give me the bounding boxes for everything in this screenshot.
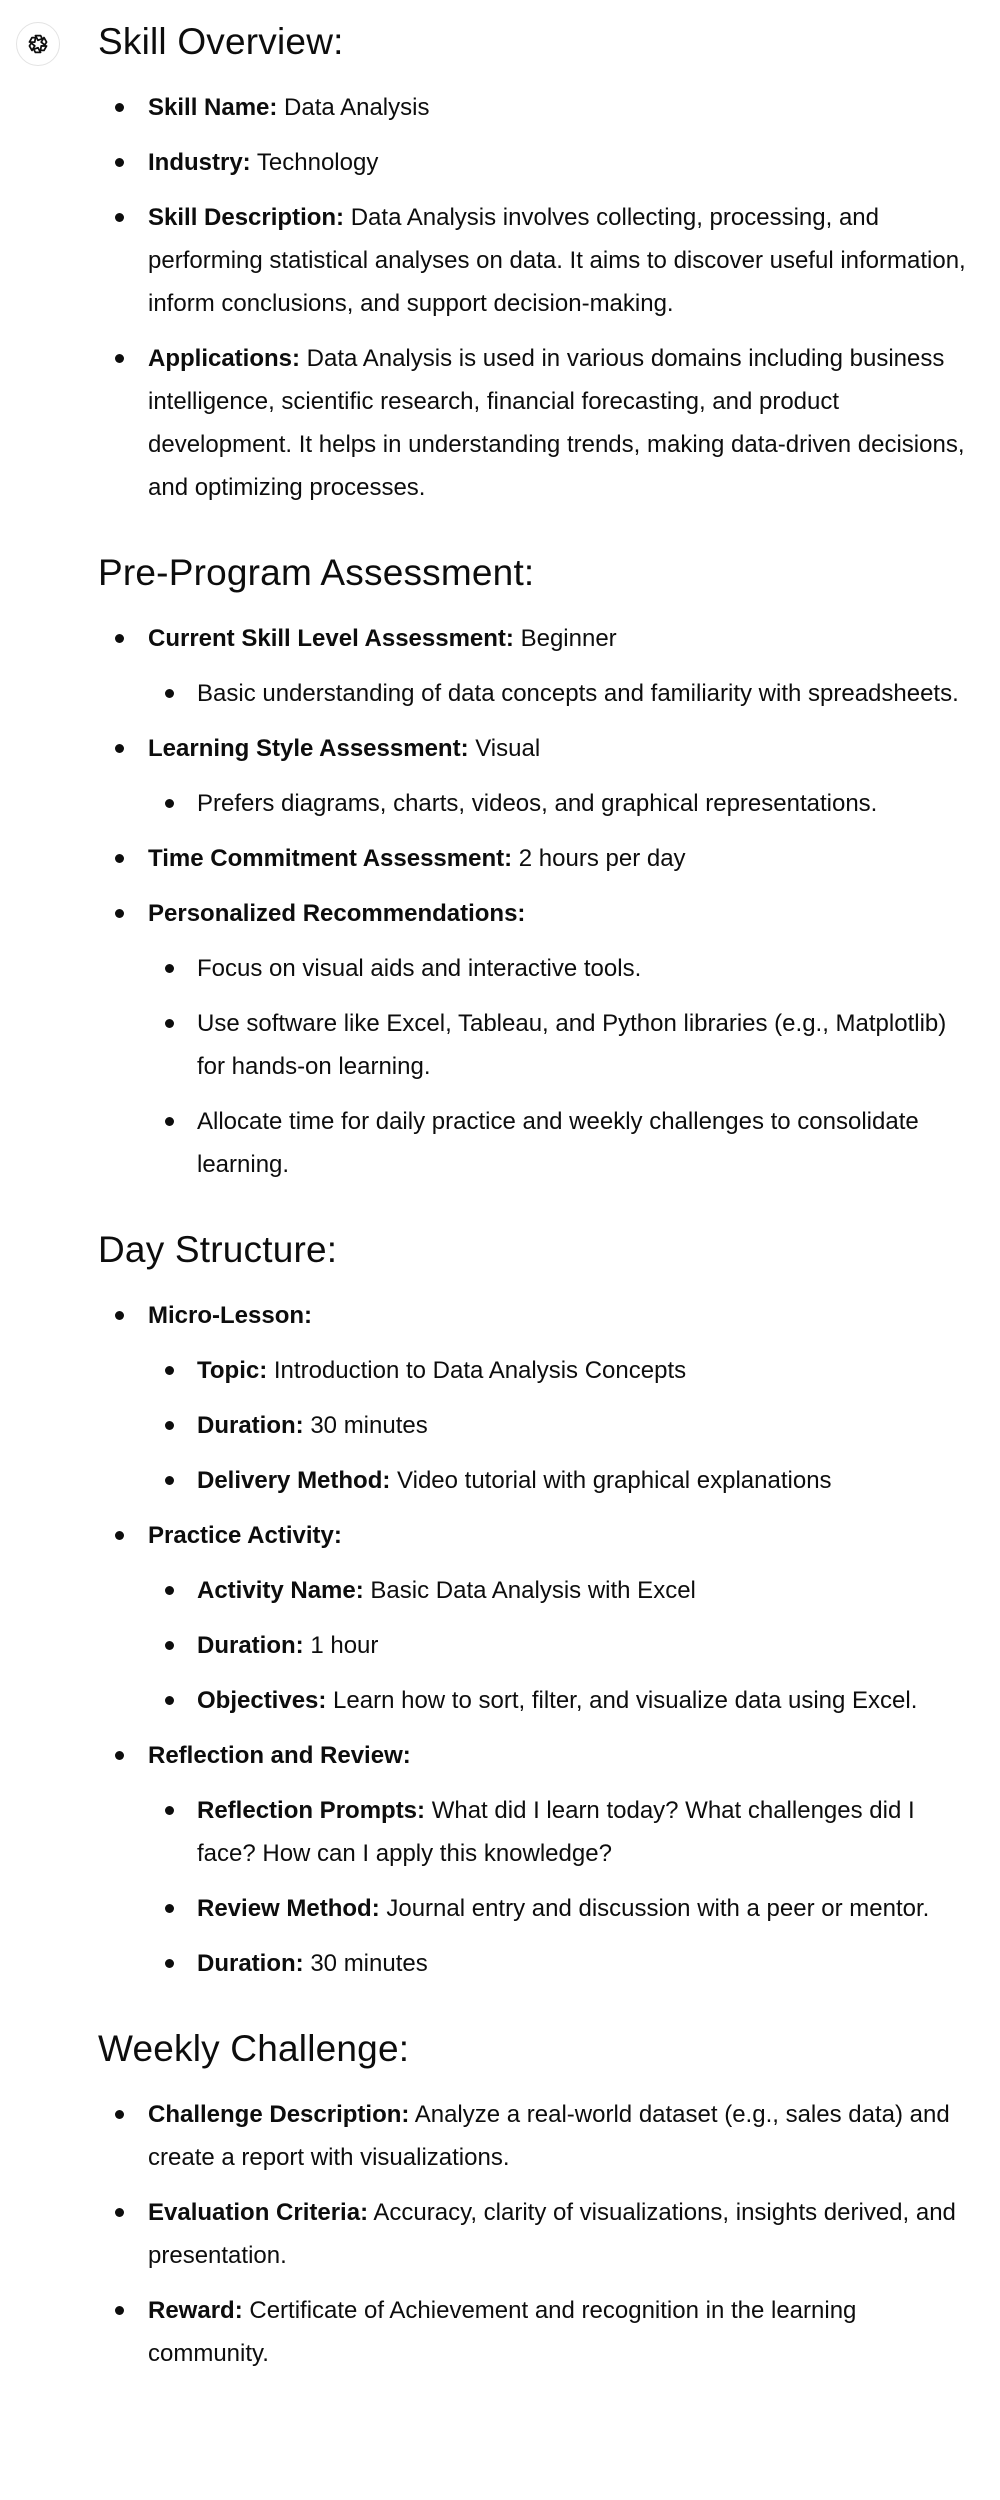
item-label: Duration: [197, 1412, 304, 1440]
item-text: Data Analysis [277, 94, 430, 122]
skill-overview-heading: Skill Overview: [98, 21, 344, 62]
item-text: 30 minutes [303, 1412, 428, 1440]
item-label: Time Commitment Assessment: [148, 845, 513, 873]
sub-list: Focus on visual aids and interactive too… [148, 947, 980, 1186]
list-item: Reflection and Review: Reflection Prompt… [98, 1734, 980, 1985]
item-label: Challenge Description: [148, 2101, 410, 2129]
sub-list: Topic: Introduction to Data Analysis Con… [148, 1349, 980, 1502]
item-label: Evaluation Criteria: [148, 2199, 369, 2227]
item-label: Topic: [197, 1357, 268, 1385]
pre-program-heading: Pre-Program Assessment: [98, 552, 535, 594]
item-label: Learning Style Assessment: [148, 735, 469, 763]
item-label: Reward: [148, 2297, 243, 2325]
list-item: Current Skill Level Assessment: Beginner… [98, 617, 980, 715]
item-label: Industry: [148, 149, 251, 177]
sub-list-item: Allocate time for daily practice and wee… [148, 1100, 980, 1186]
day-structure-list: Micro-Lesson: Topic: Introduction to Dat… [98, 1294, 980, 1985]
sub-list-item: Reflection Prompts: What did I learn tod… [148, 1789, 980, 1875]
assistant-message: Skill Overview: Skill Name: Data Analysi… [98, 18, 980, 2415]
sub-list-item: Duration: 1 hour [148, 1624, 980, 1667]
list-item: Industry: Technology [98, 141, 980, 184]
sub-list: Reflection Prompts: What did I learn tod… [148, 1789, 980, 1985]
item-label: Review Method: [197, 1895, 380, 1923]
sub-list-item: Use software like Excel, Tableau, and Py… [148, 1002, 980, 1088]
list-item: Personalized Recommendations: Focus on v… [98, 892, 980, 1186]
item-text: Certificate of Achievement and recogniti… [148, 2297, 857, 2368]
item-label: Skill Name: [148, 94, 278, 122]
item-text: Learn how to sort, filter, and visualize… [326, 1687, 918, 1715]
item-text: 30 minutes [303, 1950, 428, 1978]
day-structure-section: Day Structure: Micro-Lesson: Topic: Intr… [98, 1226, 980, 1985]
item-label: Skill Description: [148, 204, 345, 232]
openai-logo-icon [28, 34, 48, 54]
sub-list-item: Basic understanding of data concepts and… [148, 672, 980, 715]
pre-program-list: Current Skill Level Assessment: Beginner… [98, 617, 980, 1186]
item-label: Objectives: [197, 1687, 327, 1715]
weekly-challenge-heading: Weekly Challenge: [98, 2028, 410, 2070]
item-text: Basic Data Analysis with Excel [363, 1577, 696, 1605]
sub-list-item: Duration: 30 minutes [148, 1942, 980, 1985]
item-text: Visual [468, 735, 541, 763]
sub-list-item: Duration: 30 minutes [148, 1404, 980, 1447]
item-label: Reflection and Review: [148, 1742, 411, 1770]
sub-list-item: Objectives: Learn how to sort, filter, a… [148, 1679, 980, 1722]
sub-list: Basic understanding of data concepts and… [148, 672, 980, 715]
list-item: Applications: Data Analysis is used in v… [98, 337, 980, 509]
sub-list: Prefers diagrams, charts, videos, and gr… [148, 782, 980, 825]
assistant-avatar [16, 22, 60, 66]
list-item: Evaluation Criteria: Accuracy, clarity o… [98, 2191, 980, 2277]
pre-program-section: Pre-Program Assessment: Current Skill Le… [98, 549, 980, 1186]
sub-list-item: Review Method: Journal entry and discuss… [148, 1887, 980, 1930]
day-structure-heading: Day Structure: [98, 1229, 338, 1271]
item-label: Reflection Prompts: [197, 1797, 426, 1825]
skill-overview-list: Skill Name: Data Analysis Industry: Tech… [98, 86, 980, 509]
list-item: Micro-Lesson: Topic: Introduction to Dat… [98, 1294, 980, 1502]
list-item: Learning Style Assessment: Visual Prefer… [98, 727, 980, 825]
sub-list-item: Topic: Introduction to Data Analysis Con… [148, 1349, 980, 1392]
item-text: Beginner [513, 625, 617, 653]
item-label: Current Skill Level Assessment: [148, 625, 514, 653]
skill-overview-section: Skill Overview: Skill Name: Data Analysi… [98, 18, 980, 509]
item-text: Journal entry and discussion with a peer… [379, 1895, 930, 1923]
item-label: Personalized Recommendations: [148, 900, 526, 928]
item-text: Video tutorial with graphical explanatio… [390, 1467, 832, 1495]
weekly-challenge-list: Challenge Description: Analyze a real-wo… [98, 2093, 980, 2375]
sub-list-item: Prefers diagrams, charts, videos, and gr… [148, 782, 980, 825]
list-item: Time Commitment Assessment: 2 hours per … [98, 837, 980, 880]
item-text: Technology [250, 149, 379, 177]
sub-list: Activity Name: Basic Data Analysis with … [148, 1569, 980, 1722]
item-label: Practice Activity: [148, 1522, 342, 1550]
item-label: Delivery Method: [197, 1467, 391, 1495]
item-label: Duration: [197, 1632, 304, 1660]
item-text: 2 hours per day [512, 845, 686, 873]
item-text: Introduction to Data Analysis Concepts [267, 1357, 687, 1385]
list-item: Challenge Description: Analyze a real-wo… [98, 2093, 980, 2179]
item-label: Duration: [197, 1950, 304, 1978]
sub-list-item: Focus on visual aids and interactive too… [148, 947, 980, 990]
weekly-challenge-section: Weekly Challenge: Challenge Description:… [98, 2025, 980, 2375]
sub-list-item: Delivery Method: Video tutorial with gra… [148, 1459, 980, 1502]
sub-list-item: Activity Name: Basic Data Analysis with … [148, 1569, 980, 1612]
item-label: Applications: [148, 345, 301, 373]
item-text: 1 hour [303, 1632, 379, 1660]
item-label: Activity Name: [197, 1577, 364, 1605]
list-item: Skill Description: Data Analysis involve… [98, 196, 980, 325]
item-label: Micro-Lesson: [148, 1302, 313, 1330]
list-item: Reward: Certificate of Achievement and r… [98, 2289, 980, 2375]
list-item: Skill Name: Data Analysis [98, 86, 980, 129]
list-item: Practice Activity: Activity Name: Basic … [98, 1514, 980, 1722]
